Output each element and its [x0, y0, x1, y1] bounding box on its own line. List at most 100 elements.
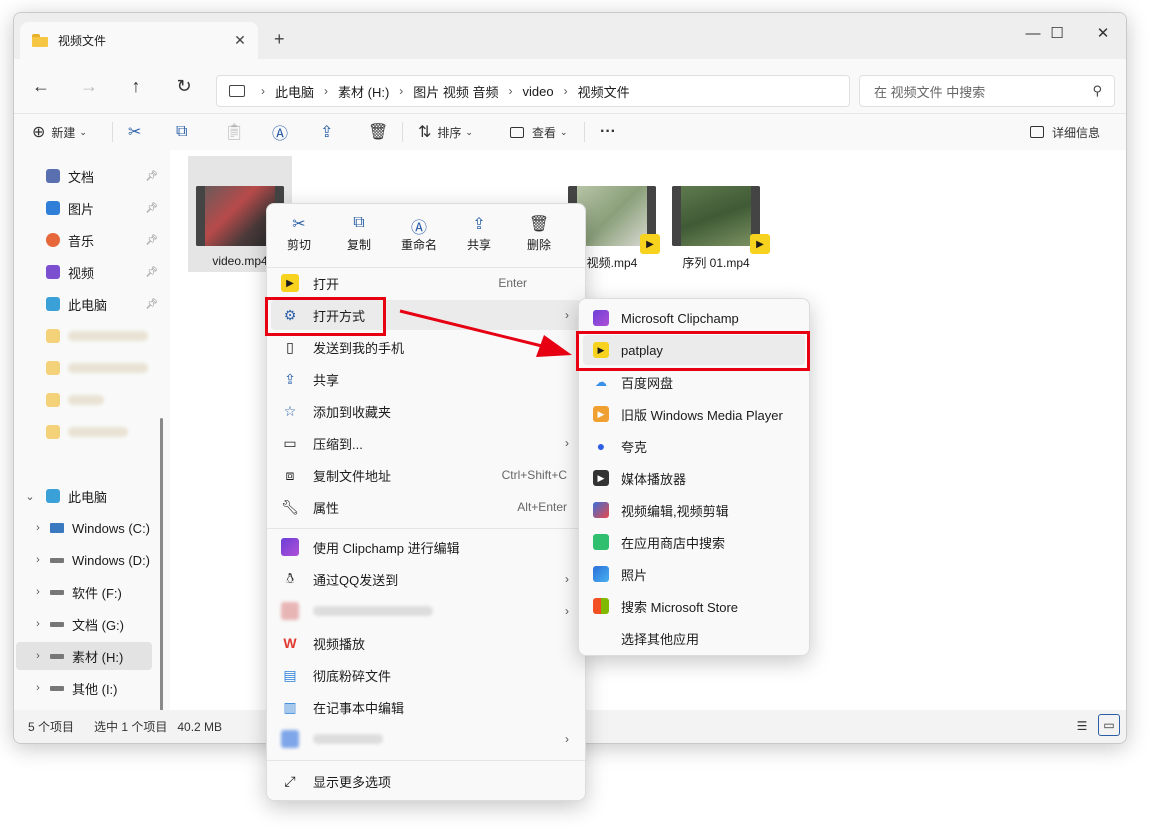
command-bar: ⊕ 新建 ⌄ ✂ ⧉ 📋︎ Ⓐ ⇪ 🗑︎ ⇅ 排序 ⌄ 查看 ⌄ ··· 详细信…	[14, 113, 1126, 151]
menu-item-show-more[interactable]: ⤢ 显示更多选项	[271, 766, 581, 796]
sidebar-scrollbar[interactable]	[160, 418, 163, 743]
breadcrumb-media[interactable]: 图片 视频 音频	[413, 82, 498, 101]
clipchamp-icon	[281, 538, 299, 556]
view-button[interactable]: 查看 ⌄	[510, 122, 568, 142]
close-window-button[interactable]: ✕	[1080, 19, 1126, 49]
chevron-right-icon[interactable]: ›	[30, 586, 46, 598]
delete-button[interactable]: 🗑︎	[368, 122, 388, 142]
menu-item-shred[interactable]: ▤ 彻底粉碎文件	[271, 660, 581, 690]
item-count: 5 个项目	[28, 720, 75, 734]
copy-button[interactable]: ⧉	[176, 122, 187, 142]
tab-video-files[interactable]: 视频文件 ✕	[20, 22, 258, 59]
breadcrumb-drive[interactable]: 素材 (H:)	[338, 82, 389, 101]
chevron-right-icon[interactable]: ›	[30, 554, 46, 566]
paste-button[interactable]: 📋︎	[224, 122, 244, 142]
highlight-open-with	[265, 297, 386, 336]
quick-copy-button[interactable]: ⧉ 复制	[333, 214, 385, 253]
quick-share-button[interactable]: ⇪ 共享	[453, 214, 505, 253]
more-options-button[interactable]: ···	[600, 122, 616, 142]
menu-label: 彻底粉碎文件	[313, 668, 392, 684]
menu-item-copy-path[interactable]: ⧈ 复制文件地址 Ctrl+Shift+C	[271, 460, 581, 490]
sidebar-item-blurred[interactable]	[14, 354, 162, 382]
quick-cut-button[interactable]: ✂ 剪切	[273, 214, 325, 253]
shortcut-label: Enter	[498, 276, 527, 290]
submenu-item-clipchamp[interactable]: Microsoft Clipchamp	[583, 303, 805, 333]
new-tab-button[interactable]: +	[274, 29, 285, 50]
pin-icon: 📌︎	[145, 298, 158, 310]
sidebar-item-this-pc[interactable]: ⌄ 此电脑	[14, 482, 162, 510]
new-button[interactable]: ⊕ 新建 ⌄	[32, 122, 87, 142]
menu-item-blurred-2[interactable]: ›	[271, 724, 581, 754]
refresh-icon[interactable]: ↻	[169, 73, 199, 99]
submenu-item-quark[interactable]: ● 夸克	[583, 431, 805, 461]
submenu-item-choose-other[interactable]: 选择其他应用	[583, 623, 805, 653]
up-arrow-icon[interactable]: ↑	[121, 73, 151, 99]
breadcrumb-this-pc[interactable]: 此电脑	[275, 82, 314, 101]
expand-icon: ⤢	[284, 772, 296, 789]
menu-item-notepad[interactable]: ▥ 在记事本中编辑	[271, 692, 581, 722]
quick-delete-button[interactable]: 🗑︎ 删除	[513, 214, 565, 253]
breadcrumb-video[interactable]: video	[523, 84, 554, 99]
submenu-item-ms-store[interactable]: 搜索 Microsoft Store	[583, 591, 805, 621]
chevron-right-icon[interactable]: ›	[30, 618, 46, 630]
sidebar-item-drive-g[interactable]: › 文档 (G:)	[14, 610, 162, 638]
sidebar-item-blurred[interactable]	[14, 322, 162, 350]
picture-icon	[46, 201, 60, 215]
sidebar-item-documents[interactable]: 文档 📌︎	[14, 162, 162, 190]
submenu-item-photos[interactable]: 照片	[583, 559, 805, 589]
rename-button[interactable]: Ⓐ	[272, 122, 288, 143]
submenu-item-media-player[interactable]: ▶ 媒体播放器	[583, 463, 805, 493]
copy-path-icon: ⧈	[285, 466, 295, 483]
sidebar-item-this-pc-pinned[interactable]: 此电脑 📌︎	[14, 290, 162, 318]
cut-button[interactable]: ✂	[128, 122, 141, 142]
menu-item-add-favorite[interactable]: ☆ 添加到收藏夹	[271, 396, 581, 426]
new-label: 新建	[51, 125, 76, 140]
chevron-right-icon[interactable]: ›	[30, 650, 46, 662]
menu-item-open[interactable]: ▶ 打开 Enter	[271, 268, 581, 298]
submenu-item-store-search[interactable]: 在应用商店中搜索	[583, 527, 805, 557]
sidebar-item-music[interactable]: 音乐 📌︎	[14, 226, 162, 254]
sidebar-item-videos[interactable]: 视频 📌︎	[14, 258, 162, 286]
chevron-right-icon[interactable]: ›	[30, 522, 46, 534]
sort-button[interactable]: ⇅ 排序 ⌄	[418, 122, 473, 142]
drive-icon	[50, 557, 64, 563]
submenu-item-video-editor[interactable]: 视频编辑,视频剪辑	[583, 495, 805, 525]
breadcrumb-video-files[interactable]: 视频文件	[578, 82, 630, 101]
submenu-item-baidu[interactable]: ☁ 百度网盘	[583, 367, 805, 397]
menu-item-video-play[interactable]: W 视频播放	[271, 628, 581, 658]
sidebar-item-blurred[interactable]	[14, 386, 162, 414]
sidebar-item-drive-d[interactable]: › Windows (D:)	[14, 546, 162, 574]
address-bar[interactable]: › 此电脑 › 素材 (H:) › 图片 视频 音频 › video › 视频文…	[216, 75, 850, 107]
sidebar-item-drive-c[interactable]: › Windows (C:)	[14, 514, 162, 542]
menu-item-compress[interactable]: ▭ 压缩到... ›	[271, 428, 581, 458]
close-tab-icon[interactable]: ✕	[230, 32, 250, 49]
menu-item-share[interactable]: ⇪ 共享	[271, 364, 581, 394]
file-item-sequence[interactable]: ▶ 序列 01.mp4	[664, 156, 770, 272]
title-bar: 视频文件 ✕ + — ☐ ✕	[14, 13, 1126, 59]
share-button[interactable]: ⇪	[320, 122, 333, 142]
menu-item-clipchamp-edit[interactable]: 使用 Clipchamp 进行编辑	[271, 532, 581, 562]
tiles-view-icon[interactable]: ▭	[1098, 714, 1120, 736]
sidebar-item-drive-i[interactable]: › 其他 (I:)	[14, 674, 162, 702]
video-thumbnail	[672, 186, 760, 246]
forward-arrow-icon[interactable]: →	[74, 73, 104, 99]
submenu-label: 视频编辑,视频剪辑	[621, 503, 729, 519]
menu-item-blurred[interactable]: ›	[271, 596, 581, 626]
sidebar-item-blurred[interactable]	[14, 418, 162, 446]
search-box[interactable]: 在 视频文件 中搜索 ⚲	[859, 75, 1115, 107]
chevron-down-icon[interactable]: ⌄	[22, 490, 38, 503]
quick-action-label: 共享	[466, 238, 491, 252]
sidebar-item-drive-h[interactable]: › 素材 (H:)	[16, 642, 152, 670]
chevron-right-icon[interactable]: ›	[30, 682, 46, 694]
details-view-icon[interactable]: ☰	[1072, 716, 1092, 736]
menu-item-qq-send[interactable]: 🐧︎ 通过QQ发送到 ›	[271, 564, 581, 594]
back-arrow-icon[interactable]: ←	[26, 73, 56, 99]
copy-icon: ⧉	[176, 123, 188, 140]
sidebar-item-pictures[interactable]: 图片 📌︎	[14, 194, 162, 222]
details-button[interactable]: 详细信息	[1030, 122, 1100, 142]
quick-rename-button[interactable]: Ⓐ 重命名	[393, 214, 445, 253]
maximize-button[interactable]: ☐	[1034, 19, 1080, 49]
submenu-item-wmp[interactable]: ▶ 旧版 Windows Media Player	[583, 399, 805, 429]
sidebar-item-drive-f[interactable]: › 软件 (F:)	[14, 578, 162, 606]
menu-item-properties[interactable]: 🔧︎ 属性 Alt+Enter	[271, 492, 581, 522]
